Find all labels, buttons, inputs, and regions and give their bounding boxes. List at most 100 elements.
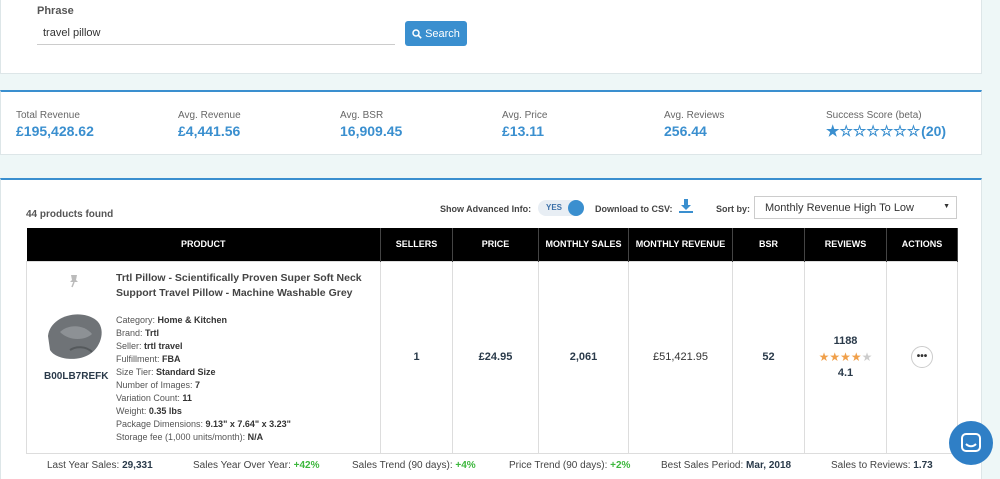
detail-key: Brand: <box>116 327 146 338</box>
summary-value: 1.73 <box>913 460 933 471</box>
detail-value: 7 <box>195 379 201 390</box>
score-stars: ★ ☆ ☆ ☆ ☆ ☆ ☆ <box>826 124 920 139</box>
summary-item: Sales Trend (90 days): +4% <box>352 460 476 471</box>
stat-total-revenue: Total Revenue £195,428.62 <box>16 110 94 139</box>
rating-star-icon: ★ <box>861 350 873 364</box>
chevron-down-icon: ▼ <box>943 203 950 210</box>
summary-item: Price Trend (90 days): +2% <box>509 460 630 471</box>
chat-button[interactable] <box>949 421 993 465</box>
detail-value: N/A <box>247 431 264 442</box>
rating-star-icon: ★ <box>850 350 862 364</box>
detail-line: Size Tier: Standard Size <box>116 366 291 379</box>
cell-sellers: 1 <box>380 260 453 454</box>
stat-value: £4,441.56 <box>178 123 241 139</box>
success-score-value: ★ ☆ ☆ ☆ ☆ ☆ ☆ (20) <box>826 123 946 139</box>
detail-value: Trtl <box>145 327 160 338</box>
detail-key: Seller: <box>116 340 145 351</box>
stat-label: Success Score (beta) <box>826 110 922 121</box>
detail-key: Storage fee (1,000 units/month): <box>116 431 248 442</box>
score-star-icon: ★ <box>826 122 840 140</box>
stat-label: Avg. Reviews <box>664 110 725 121</box>
sort-select[interactable]: Monthly Revenue High To Low ▼ <box>754 196 957 219</box>
summary-key: Sales Year Over Year: <box>193 460 294 471</box>
col-monthly-revenue[interactable]: MONTHLY REVENUE <box>628 228 733 261</box>
toggle-state: YES <box>546 203 563 212</box>
summary-value: Mar, 2018 <box>746 460 792 471</box>
detail-key: Number of Images: <box>116 379 196 390</box>
detail-key: Package Dimensions: <box>116 418 206 429</box>
summary-item: Sales to Reviews: 1.73 <box>831 460 933 471</box>
csv-label: Download to CSV: <box>595 204 673 214</box>
table-header: PRODUCT SELLERS PRICE MONTHLY SALES MONT… <box>26 228 958 261</box>
toggle-knob <box>568 200 584 216</box>
detail-key: Fulfillment: <box>116 353 163 364</box>
sort-value: Monthly Revenue High To Low <box>765 202 914 214</box>
stat-avg-bsr: Avg. BSR 16,909.45 <box>340 110 402 139</box>
stat-label: Avg. BSR <box>340 110 384 121</box>
detail-line: Package Dimensions: 9.13" x 7.64" x 3.23… <box>116 418 291 431</box>
col-monthly-sales[interactable]: MONTHLY SALES <box>538 228 629 261</box>
col-actions: ACTIONS <box>886 228 958 261</box>
detail-value: 11 <box>182 392 192 403</box>
cell-bsr: 52 <box>732 260 805 454</box>
detail-line: Variation Count: 11 <box>116 392 291 405</box>
col-bsr[interactable]: BSR <box>732 228 805 261</box>
detail-line: Fulfillment: FBA <box>116 353 291 366</box>
score-star-icon: ☆ <box>906 122 921 140</box>
summary-key: Sales Trend (90 days): <box>352 460 456 471</box>
summary-value: 29,331 <box>122 460 153 471</box>
results-panel: 44 products found Show Advanced Info: YE… <box>0 178 982 479</box>
phrase-label: Phrase <box>37 5 74 17</box>
cell-reviews: 1188 ★★★★★ 4.1 <box>804 260 887 454</box>
summary-value: +42% <box>293 460 320 471</box>
detail-line: Category: Home & Kitchen <box>116 314 291 327</box>
summary-item: Last Year Sales: 29,331 <box>47 460 153 471</box>
product-image[interactable] <box>40 306 110 366</box>
summary-item: Best Sales Period: Mar, 2018 <box>661 460 791 471</box>
more-actions-button[interactable]: ••• <box>911 346 933 368</box>
summary-key: Best Sales Period: <box>661 460 747 471</box>
score-star-icon: ☆ <box>839 122 853 140</box>
detail-key: Variation Count: <box>116 392 183 403</box>
product-details: Category: Home & Kitchen Brand: Trtl Selle… <box>116 314 291 444</box>
stat-label: Total Revenue <box>16 110 80 121</box>
detail-line: Weight: 0.35 lbs <box>116 405 291 418</box>
search-button-label: Search <box>425 27 460 40</box>
cell-monthly-sales: 2,061 <box>538 260 629 454</box>
detail-line: Storage fee (1,000 units/month): N/A <box>116 431 291 444</box>
table-row: B00LB7REFK Trtl Pillow - Scientifically … <box>26 260 958 454</box>
download-icon[interactable] <box>679 199 693 213</box>
score-star-icon: ☆ <box>879 122 894 140</box>
detail-key: Weight: <box>116 405 149 416</box>
stat-value: 16,909.45 <box>340 123 403 139</box>
summary-key: Sales to Reviews: <box>831 460 914 471</box>
col-reviews[interactable]: REVIEWS <box>804 228 887 261</box>
col-sellers[interactable]: SELLERS <box>380 228 453 261</box>
pin-icon[interactable] <box>67 274 81 288</box>
score-number: (20) <box>921 123 947 139</box>
chat-icon <box>961 433 981 452</box>
stats-panel: Total Revenue £195,428.62 Avg. Revenue £… <box>0 90 982 155</box>
summary-item: Sales Year Over Year: +42% <box>193 460 319 471</box>
stat-value: £13.11 <box>502 123 545 139</box>
advanced-info-label: Show Advanced Info: <box>440 204 532 214</box>
search-button[interactable]: Search <box>405 21 467 46</box>
search-icon <box>412 28 422 39</box>
cell-price: £24.95 <box>452 260 539 454</box>
col-product[interactable]: PRODUCT <box>26 228 381 261</box>
product-cell: B00LB7REFK Trtl Pillow - Scientifically … <box>26 260 381 454</box>
rating-star-icon: ★ <box>818 350 830 364</box>
reviews-count: 1188 <box>833 335 858 347</box>
rating-star-icon: ★ <box>829 350 841 364</box>
cell-monthly-revenue: £51,421.95 <box>628 260 733 454</box>
summary-key: Price Trend (90 days): <box>509 460 611 471</box>
stat-value: 256.44 <box>664 123 707 139</box>
stat-avg-revenue: Avg. Revenue £4,441.56 <box>178 110 241 139</box>
stat-label: Avg. Revenue <box>178 110 241 121</box>
products-table: PRODUCT SELLERS PRICE MONTHLY SALES MONT… <box>26 228 958 454</box>
detail-key: Category: <box>116 314 158 325</box>
phrase-input[interactable] <box>37 22 395 45</box>
product-title[interactable]: Trtl Pillow - Scientifically Proven Supe… <box>116 271 366 301</box>
col-price[interactable]: PRICE <box>452 228 539 261</box>
advanced-info-toggle[interactable]: YES <box>538 200 584 216</box>
